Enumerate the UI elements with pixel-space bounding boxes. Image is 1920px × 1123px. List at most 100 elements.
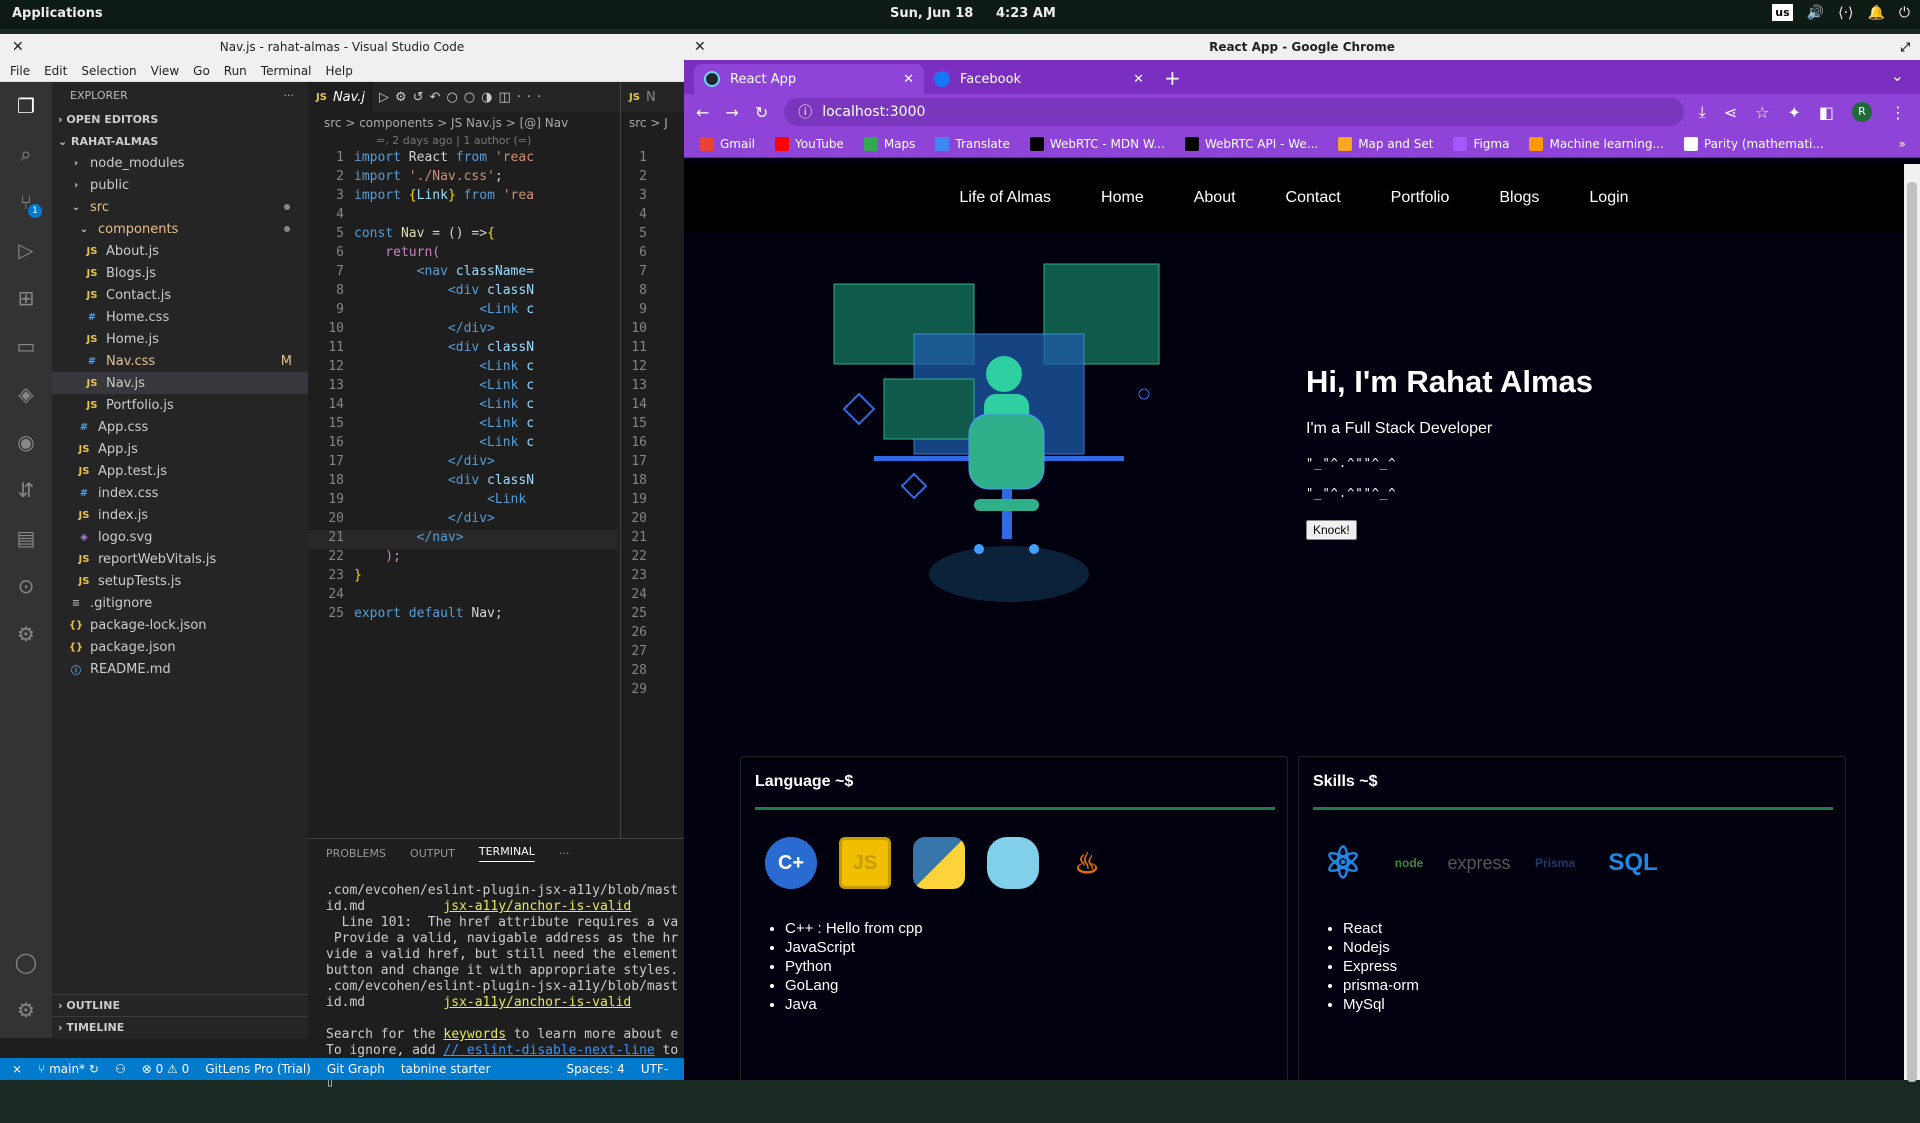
bookmark-parity-mathemati[interactable]: Parity (mathemati... xyxy=(1683,136,1824,151)
run-debug-icon[interactable]: ▷ xyxy=(12,236,40,264)
tab-output[interactable]: OUTPUT xyxy=(410,847,455,860)
branch-indicator[interactable]: ⑂ main* ↻ xyxy=(38,1062,99,1076)
gitlens-icon[interactable]: ◈ xyxy=(12,380,40,408)
tree-item-home-js[interactable]: JS Home.js xyxy=(52,328,308,350)
bookmark-star-icon[interactable]: ☆ xyxy=(1755,103,1769,122)
tree-item-app-test-js[interactable]: JS App.test.js xyxy=(52,460,308,482)
tree-item--gitignore[interactable]: ≡ .gitignore xyxy=(52,592,308,614)
tree-item-components[interactable]: ⌄ components xyxy=(52,218,308,240)
tabnine-icon[interactable]: ⚙ xyxy=(12,620,40,648)
git-graph-status[interactable]: Git Graph xyxy=(327,1062,385,1076)
tree-item-about-js[interactable]: JS About.js xyxy=(52,240,308,262)
bookmark-map-and-set[interactable]: Map and Set xyxy=(1338,136,1433,151)
tree-item-portfolio-js[interactable]: JS Portfolio.js xyxy=(52,394,308,416)
menu-help[interactable]: Help xyxy=(326,64,353,78)
address-bar[interactable]: ⓘ localhost:3000 xyxy=(784,98,1685,126)
panel-more-icon[interactable]: ··· xyxy=(559,847,570,860)
git-graph-icon[interactable]: ⊙ xyxy=(12,572,40,600)
accounts-icon[interactable]: ◯ xyxy=(12,948,40,976)
menu-file[interactable]: File xyxy=(10,64,30,78)
menu-run[interactable]: Run xyxy=(224,64,247,78)
timeline-section[interactable]: › TIMELINE xyxy=(52,1016,308,1038)
bookmark-webrtc-mdn-w[interactable]: WebRTC - MDN W... xyxy=(1029,136,1165,151)
extensions-icon[interactable]: ✦ xyxy=(1787,103,1800,122)
tree-item-blogs-js[interactable]: JS Blogs.js xyxy=(52,262,308,284)
power-icon[interactable]: ⏻ xyxy=(1899,5,1910,21)
more-actions-icon[interactable]: ··· xyxy=(284,89,295,102)
tree-item-logo-svg[interactable]: ◈ logo.svg xyxy=(52,526,308,548)
tab-problems[interactable]: PROBLEMS xyxy=(326,847,386,860)
nav-link-contact[interactable]: Contact xyxy=(1286,189,1341,207)
terminal-output[interactable]: .com/evcohen/eslint-plugin-jsx-a11y/blob… xyxy=(308,867,684,1123)
encoding-indicator[interactable]: UTF- xyxy=(641,1062,668,1076)
tree-item-app-js[interactable]: JS App.js xyxy=(52,438,308,460)
tree-item-package-lock-json[interactable]: {} package-lock.json xyxy=(52,614,308,636)
remote-icon[interactable]: ⨯ xyxy=(12,1062,22,1076)
bookmark-webrtc-api-we[interactable]: WebRTC API - We... xyxy=(1184,136,1318,151)
volume-icon[interactable]: 🔊 xyxy=(1807,5,1824,21)
tab-terminal[interactable]: TERMINAL xyxy=(478,845,535,862)
site-info-icon[interactable]: ⓘ xyxy=(798,102,812,122)
nav-link-about[interactable]: About xyxy=(1194,189,1236,207)
knock-button[interactable]: Knock! xyxy=(1306,520,1357,540)
pull-requests-icon[interactable]: ⇵ xyxy=(12,476,40,504)
settings-gear-icon[interactable]: ⚙ xyxy=(12,996,40,1024)
tree-item-nav-css[interactable]: # Nav.css M xyxy=(52,350,308,372)
new-tab-icon[interactable]: + xyxy=(1164,66,1181,90)
tree-item-app-css[interactable]: # App.css xyxy=(52,416,308,438)
close-tab-icon[interactable]: ✕ xyxy=(903,72,914,87)
tree-item-setuptests-js[interactable]: JS setupTests.js xyxy=(52,570,308,592)
maximize-icon[interactable]: ⤢ xyxy=(1900,40,1910,55)
menu-terminal[interactable]: Terminal xyxy=(261,64,312,78)
open-editors-section[interactable]: › OPEN EDITORS xyxy=(52,108,308,130)
page-scrollbar[interactable] xyxy=(1904,164,1920,1082)
folder-icon[interactable]: ▤ xyxy=(12,524,40,552)
bookmark-maps[interactable]: Maps xyxy=(863,136,915,151)
reload-icon[interactable]: ↻ xyxy=(755,103,768,122)
search-icon[interactable]: ⌕ xyxy=(12,140,40,168)
tree-item-src[interactable]: ⌄ src xyxy=(52,196,308,218)
forward-icon[interactable]: → xyxy=(725,103,738,122)
bookmark-machine-learning[interactable]: Machine learning... xyxy=(1529,136,1664,151)
tree-item-nav-js[interactable]: JS Nav.js xyxy=(52,372,308,394)
nav-link-home[interactable]: Home xyxy=(1101,189,1144,207)
close-icon[interactable]: ✕ xyxy=(694,39,706,55)
tree-item-reportwebvitals-js[interactable]: JS reportWebVitals.js xyxy=(52,548,308,570)
extensions-icon[interactable]: ⊞ xyxy=(12,284,40,312)
terminal-link[interactable]: keywords xyxy=(443,1027,506,1042)
split-editor[interactable]: JS N src > J 1 2 3 4 5 6 7 8 9 10 11 12 13 14 15 16 17 18 1… xyxy=(620,82,684,838)
terminal-link[interactable]: jsx-a11y/anchor-is-valid xyxy=(443,899,631,914)
back-icon[interactable]: ← xyxy=(696,103,709,122)
side-panel-icon[interactable]: ◧ xyxy=(1819,103,1834,122)
menu-view[interactable]: View xyxy=(151,64,179,78)
tree-item-public[interactable]: › public xyxy=(52,174,308,196)
applications-menu[interactable]: Applications xyxy=(12,6,103,21)
outline-section[interactable]: › OUTLINE xyxy=(52,994,308,1016)
nav-link-portfolio[interactable]: Portfolio xyxy=(1391,189,1450,207)
notification-icon[interactable]: 🔔 xyxy=(1867,5,1884,21)
menu-edit[interactable]: Edit xyxy=(44,64,67,78)
tree-item-index-js[interactable]: JS index.js xyxy=(52,504,308,526)
profile-avatar[interactable]: R xyxy=(1852,102,1872,122)
tree-item-home-css[interactable]: # Home.css xyxy=(52,306,308,328)
menu-go[interactable]: Go xyxy=(193,64,210,78)
code-editor[interactable]: 1 import React from 'reac 2 import './Nav.… xyxy=(308,150,618,625)
clock[interactable]: Sun, Jun 18 4:23 AM xyxy=(890,6,1056,21)
editor-actions[interactable]: ▷⚙↺↶○○◑◫··· xyxy=(379,90,547,105)
tree-item-readme-md[interactable]: ⓘ README.md xyxy=(52,658,308,680)
close-tab-icon[interactable]: ✕ xyxy=(1133,72,1144,87)
explorer-icon[interactable]: ❐ xyxy=(12,92,40,120)
tree-item-node-modules[interactable]: › node_modules xyxy=(52,152,308,174)
nav-link-life-of-almas[interactable]: Life of Almas xyxy=(959,189,1051,207)
chrome-menu-icon[interactable]: ⋮ xyxy=(1890,103,1906,122)
tree-item-index-css[interactable]: # index.css xyxy=(52,482,308,504)
nav-link-login[interactable]: Login xyxy=(1589,189,1628,207)
source-control-icon[interactable]: ⑂ 1 xyxy=(12,188,42,218)
tabnine-status[interactable]: tabnine starter xyxy=(401,1062,491,1076)
bookmark-youtube[interactable]: YouTube xyxy=(775,136,844,151)
github-icon[interactable]: ◉ xyxy=(12,428,40,456)
terminal-link[interactable]: jsx-a11y/anchor-is-valid xyxy=(443,995,631,1010)
scrollbar-thumb[interactable] xyxy=(1907,182,1917,1082)
install-app-icon[interactable]: ⤓ xyxy=(1699,102,1706,122)
tab-facebook[interactable]: Facebook ✕ xyxy=(924,64,1154,94)
